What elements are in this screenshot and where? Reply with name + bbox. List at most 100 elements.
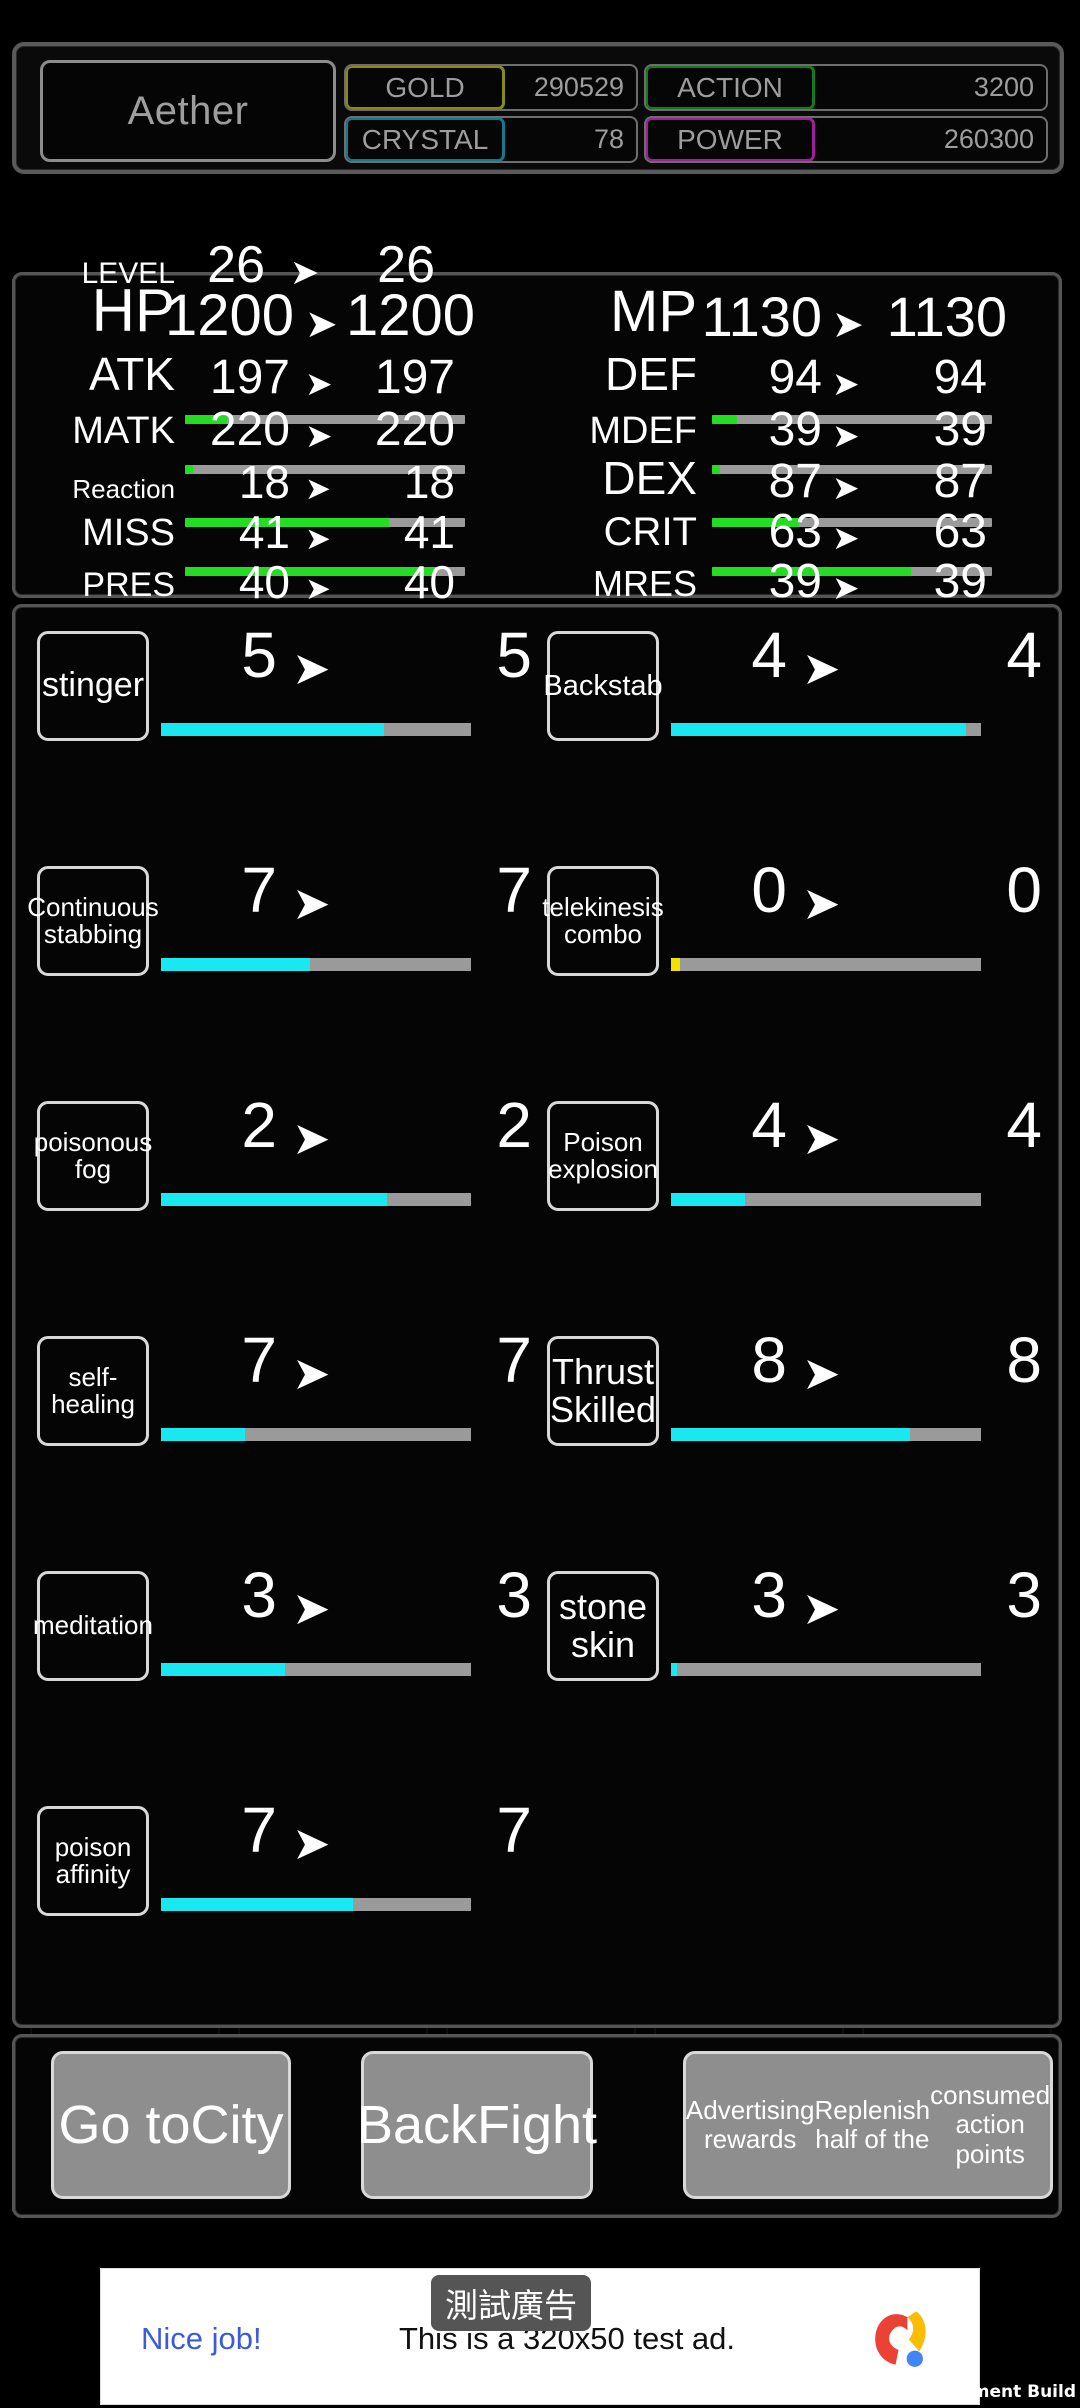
skill-name-box[interactable]: Backstab [543,631,663,741]
skill-level-to: 8 [1006,1324,1042,1396]
skill-level-from: 3 [751,1559,787,1631]
stats-column-right: MP 1130 ➤ 1130 DEF 94 ➤ 94 MDEF 39 ➤ 39 DEX 87 ➤ 87 CRIT… [537,275,1059,679]
skill-name-box[interactable]: poisonous fog [34,1101,152,1211]
stat-label: MP [610,279,697,344]
skill-arrow-icon: ➤ [292,877,331,929]
currency-crystal[interactable]: CRYSTAL 78 [344,116,638,163]
skill-name-box[interactable]: meditation [33,1571,153,1681]
stat-value-from: 1200 [165,283,295,348]
stat-row: MP 1130 ➤ 1130 [537,279,1059,349]
currency-power-label: POWER [646,118,815,161]
skill-entry[interactable]: Poison explosion 4 ➤ 4 [547,1093,1047,1219]
skill-name: Continuous stabbing [27,891,159,949]
currency-action[interactable]: ACTION 3200 [644,64,1048,111]
skill-name: stone skin [558,1586,648,1665]
stat-value-to: 1200 [345,283,475,348]
skill-level-to: 7 [496,854,532,926]
skill-arrow-icon: ➤ [292,1817,331,1869]
stat-value-to: 39 [933,555,987,608]
advertising-rewards-button[interactable]: Advertising rewards Replenish half of the… [683,2051,1053,2199]
skill-arrow-icon: ➤ [802,1112,841,1164]
skill-level-to: 3 [496,1559,532,1631]
stat-arrow-icon: ➤ [832,569,860,606]
stat-value-from: 39 [768,555,822,608]
skill-progress-fill [161,1193,388,1206]
skill-progress-bar [161,1898,471,1911]
skill-level-to: 2 [496,1089,532,1161]
currency-gold-value: 290529 [533,72,624,102]
stat-value-to: 87 [933,455,987,508]
skill-name-box[interactable]: stinger [37,631,149,741]
skill-name-box[interactable]: Continuous stabbing [27,866,159,976]
currency-power[interactable]: POWER 260300 [644,116,1048,163]
skill-progress-fill [161,1898,354,1911]
skill-name-box[interactable]: poison affinity [37,1806,149,1916]
stat-label: CRIT [603,510,697,554]
stat-label: ATK [88,348,175,400]
skill-entry[interactable]: stone skin 3 ➤ 3 [547,1563,1047,1689]
stat-value-from: 220 [209,403,290,456]
player-name-box[interactable]: Aether [40,60,336,162]
skill-arrow-icon: ➤ [292,1582,331,1634]
skill-level-to: 7 [496,1324,532,1396]
skill-entry[interactable]: meditation 3 ➤ 3 [33,1563,537,1689]
ad-banner[interactable]: Nice job! This is a 320x50 test ad. 測試廣告 [100,2268,980,2405]
skill-entry[interactable]: poison affinity 7 ➤ 7 [37,1798,537,1924]
stat-value-to: 40 [403,556,455,608]
go-to-city-button[interactable]: Go to City [51,2051,291,2199]
skill-name-box[interactable]: self-healing [37,1336,149,1446]
currency-gold[interactable]: GOLD 290529 [344,64,638,111]
skill-entry[interactable]: self-healing 7 ➤ 7 [37,1328,537,1454]
game-screen: green grasslandeasy Lv 5AetherSlime1370/… [0,0,1080,2408]
button-label-line: consumed action points [930,2080,1051,2169]
stat-arrow-icon: ➤ [832,365,860,402]
skill-arrow-icon: ➤ [802,877,841,929]
ad-headline: Nice job! [141,2321,262,2356]
stat-label: MRES [592,563,697,604]
skill-name: Poison explosion [548,1126,658,1184]
skill-entry[interactable]: Backstab 4 ➤ 4 [543,623,1047,749]
skill-name-box[interactable]: Thrust Skilled [547,1336,659,1446]
skill-name-box[interactable]: Poison explosion [547,1101,659,1211]
stat-arrow-icon: ➤ [290,253,320,292]
skill-level-from: 7 [241,854,277,926]
skill-level-to: 0 [1006,854,1042,926]
skill-name-box[interactable]: stone skin [547,1571,659,1681]
skill-entry[interactable]: Thrust Skilled 8 ➤ 8 [547,1328,1047,1454]
stat-arrow-icon: ➤ [305,303,338,346]
skill-progress-fill [161,1663,285,1676]
stat-arrow-icon: ➤ [305,521,331,556]
skill-progress-fill [671,723,966,736]
skill-progress-fill [671,1193,746,1206]
stat-row: Reaction 18 ➤ 18 [15,456,537,509]
skill-entry[interactable]: poisonous fog 2 ➤ 2 [34,1093,537,1219]
stat-value-to: 63 [933,505,987,558]
skill-name-box[interactable]: telekinesis combo [542,866,664,976]
skill-name: meditation [33,1610,153,1641]
skill-progress-bar [671,958,981,971]
skill-arrow-icon: ➤ [802,1582,841,1634]
stat-arrow-icon: ➤ [305,471,331,506]
skill-entry[interactable]: Continuous stabbing 7 ➤ 7 [27,858,537,984]
skill-level-from: 8 [751,1324,787,1396]
stat-row: HP 1200 ➤ 1200 [15,277,537,349]
stat-value-to: 18 [403,456,455,508]
currency-action-value: 3200 [973,72,1034,102]
skill-progress-bar [671,1193,981,1206]
stat-row: DEF 94 ➤ 94 [537,348,1059,405]
skill-level-to: 4 [1006,619,1042,691]
skill-name: telekinesis combo [542,891,664,949]
skill-arrow-icon: ➤ [802,1347,841,1399]
skill-arrow-icon: ➤ [292,642,331,694]
skill-entry[interactable]: telekinesis combo 0 ➤ 0 [542,858,1047,984]
skill-level-to: 3 [1006,1559,1042,1631]
stat-arrow-icon: ➤ [305,417,333,454]
stat-arrow-icon: ➤ [832,519,860,556]
back-fight-button[interactable]: Back Fight [357,2051,597,2199]
skill-level-from: 5 [241,619,277,691]
stats-column-left: LEVEL 26 ➤ 26 HP 1200 ➤ 1200 ATK 197 ➤ 197 MATK 220 ➤ 2… [15,236,537,679]
stat-value-from: 40 [238,556,290,608]
stat-arrow-icon: ➤ [305,571,331,606]
skill-name: poison affinity [54,1831,132,1889]
skill-entry[interactable]: stinger 5 ➤ 5 [37,623,537,749]
